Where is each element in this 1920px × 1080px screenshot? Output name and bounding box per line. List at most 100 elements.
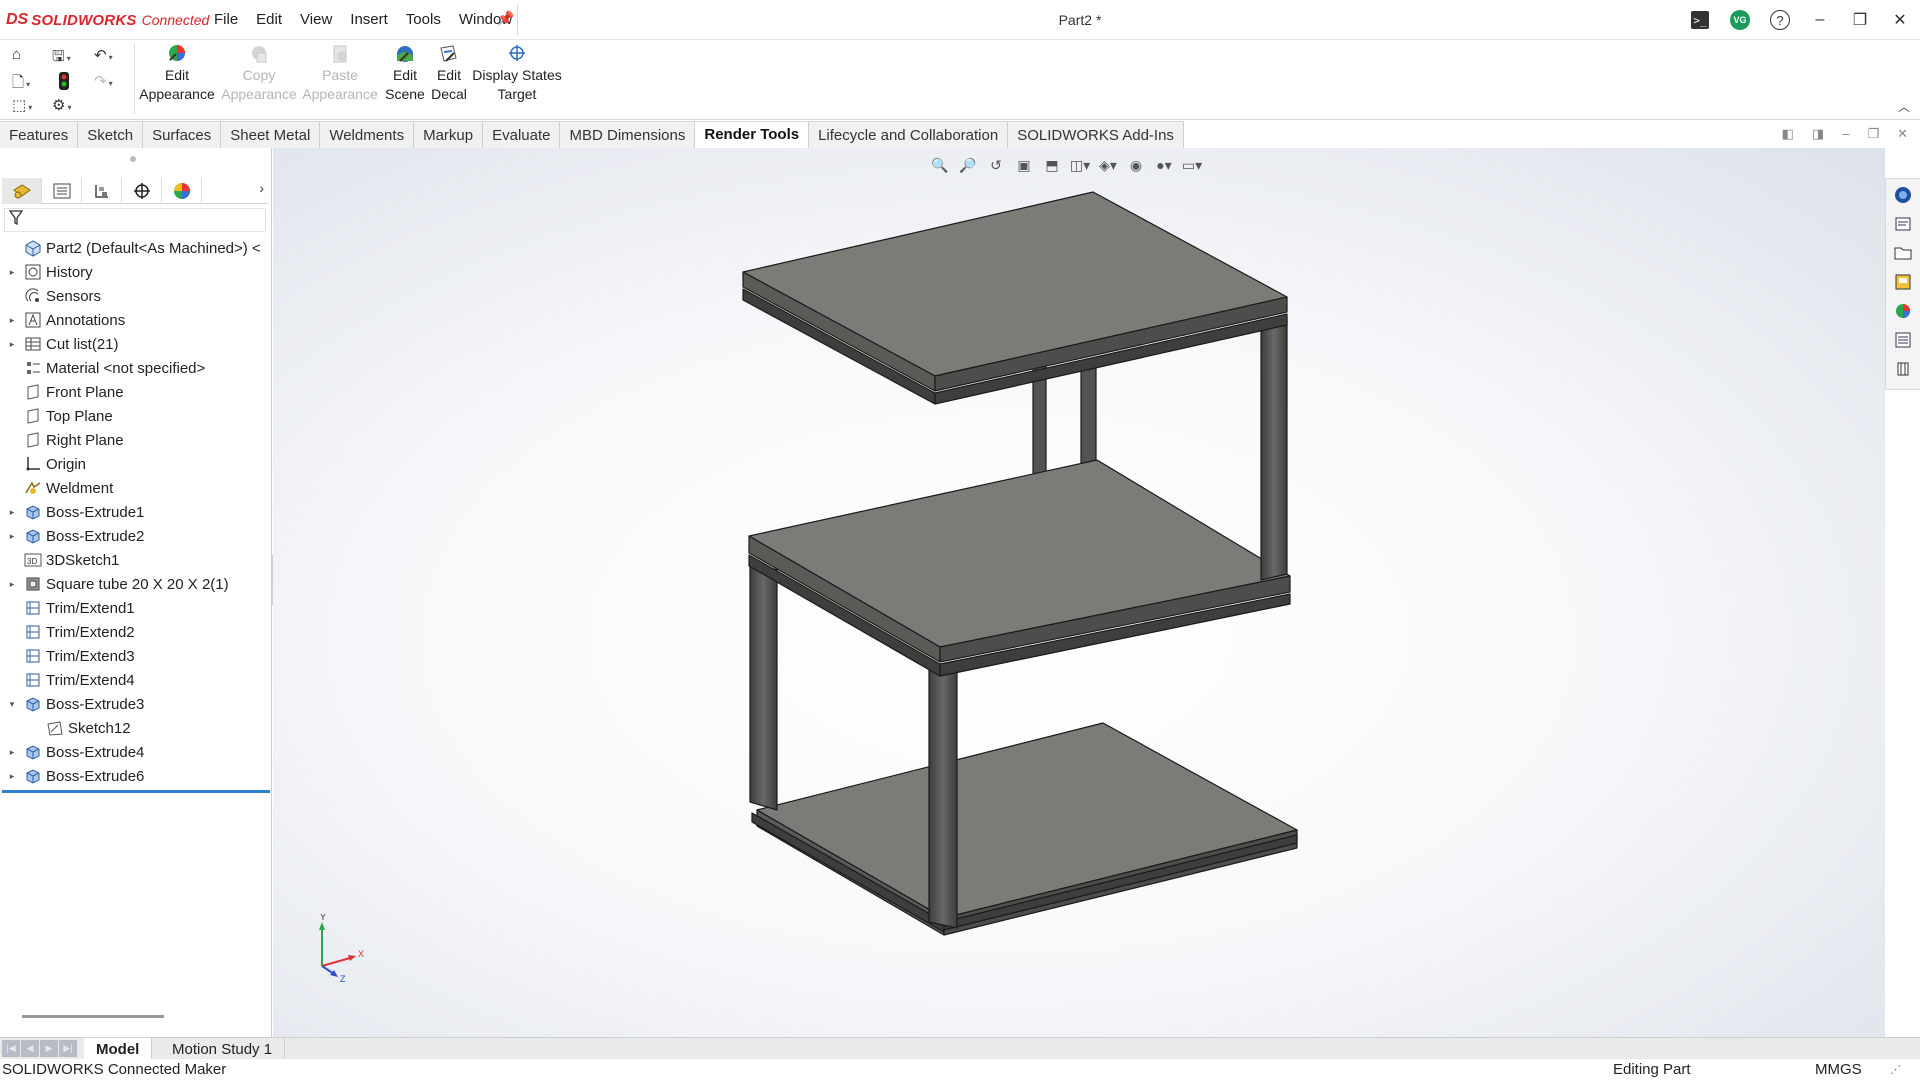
tree-item-boss-extrude1[interactable]: ▸ Boss-Extrude1 (0, 500, 272, 524)
tree-item-cut-list-21[interactable]: ▸ Cut list(21) (0, 332, 272, 356)
panel-grip[interactable] (130, 156, 136, 162)
appearances-scenes-icon[interactable] (1893, 301, 1913, 321)
tree-item-boss-extrude3[interactable]: ▾ Boss-Extrude3 (0, 692, 272, 716)
tree-item-sketch12[interactable]: Sketch12 (0, 716, 272, 740)
doc-minimize-icon[interactable]: – (1842, 126, 1849, 142)
tab-markup[interactable]: Markup (414, 121, 484, 148)
more-tabs-chevron-icon[interactable]: › (259, 180, 264, 196)
section-view-icon[interactable]: ▣ (1014, 156, 1034, 174)
previous-view-icon[interactable]: ↺ (986, 156, 1006, 174)
last-tab-icon[interactable]: ▶| (59, 1040, 77, 1057)
expand-arrow-icon[interactable]: ▸ (6, 507, 18, 518)
tab-sketch[interactable]: Sketch (78, 121, 144, 148)
tree-item-part2-default-as-machined[interactable]: Part2 (Default<As Machined>) < (0, 236, 272, 260)
tab-model[interactable]: Model (84, 1038, 153, 1060)
tree-item-front-plane[interactable]: Front Plane (0, 380, 272, 404)
tree-item-boss-extrude6[interactable]: ▸ Boss-Extrude6 (0, 764, 272, 788)
view-orientation-icon[interactable]: ◫▾ (1070, 156, 1090, 174)
hide-show-items-icon[interactable]: ◉ (1126, 156, 1146, 174)
tree-item-trim-extend3[interactable]: Trim/Extend3 (0, 644, 272, 668)
expand-arrow-icon[interactable]: ▸ (6, 747, 18, 758)
view-palette-icon[interactable] (1893, 272, 1913, 292)
edit-scene-button[interactable]: Edit Scene (385, 44, 425, 104)
tree-item-weldment[interactable]: Weldment (0, 476, 272, 500)
tree-filter[interactable] (4, 208, 266, 232)
feature-manager-tab[interactable] (2, 178, 42, 204)
dynamic-annotation-icon[interactable]: ⬒ (1042, 156, 1062, 174)
display-manager-tab[interactable] (162, 178, 202, 204)
tree-item-trim-extend4[interactable]: Trim/Extend4 (0, 668, 272, 692)
tab-features[interactable]: Features (0, 121, 79, 148)
zoom-to-area-icon[interactable]: 🔎 (958, 156, 978, 174)
minimize-button[interactable]: – (1800, 0, 1840, 40)
edit-decal-button[interactable]: Edit Decal (429, 44, 469, 104)
menu-insert[interactable]: Insert (350, 11, 388, 28)
redo-icon[interactable]: ↷ ▾ (94, 72, 113, 90)
tile-left-icon[interactable]: ◧ (1782, 126, 1794, 142)
tab-evaluate[interactable]: Evaluate (483, 121, 561, 148)
tree-item-3dsketch1[interactable]: 3D 3DSketch1 (0, 548, 272, 572)
undo-icon[interactable]: ↶ ▾ (94, 46, 113, 64)
prev-tab-icon[interactable]: ◀ (21, 1040, 39, 1057)
expand-arrow-icon[interactable]: ▸ (6, 267, 18, 278)
design-library-icon[interactable] (1893, 214, 1913, 234)
custom-properties-icon[interactable] (1893, 330, 1913, 350)
display-style-icon[interactable]: ◈▾ (1098, 156, 1118, 174)
expand-arrow-icon[interactable]: ▸ (6, 315, 18, 326)
doc-restore-icon[interactable]: ❐ (1867, 126, 1879, 142)
menu-view[interactable]: View (300, 11, 332, 28)
expand-arrow-icon[interactable]: ▸ (6, 579, 18, 590)
tree-item-trim-extend2[interactable]: Trim/Extend2 (0, 620, 272, 644)
tab-mbd-dimensions[interactable]: MBD Dimensions (560, 121, 696, 148)
unit-system[interactable]: MMGS (1815, 1061, 1862, 1078)
tree-item-square-tube-20-x-20-x-2-1[interactable]: ▸ Square tube 20 X 20 X 2(1) (0, 572, 272, 596)
panel-scrollbar[interactable] (22, 1015, 164, 1018)
menu-edit[interactable]: Edit (256, 11, 282, 28)
file-explorer-icon[interactable] (1893, 243, 1913, 263)
help-button[interactable]: ? (1760, 0, 1800, 40)
app-logo[interactable]: DS SOLIDWORKS Connected (6, 10, 209, 30)
paste-appearance-button[interactable]: Paste Appearance (302, 44, 378, 104)
select-icon[interactable]: ⬚ ▾ (12, 96, 32, 114)
first-tab-icon[interactable]: |◀ (2, 1040, 20, 1057)
tree-item-trim-extend1[interactable]: Trim/Extend1 (0, 596, 272, 620)
solidworks-forum-icon[interactable] (1893, 359, 1913, 379)
tree-item-origin[interactable]: Origin (0, 452, 272, 476)
collapse-ribbon-icon[interactable]: ︿ (1898, 98, 1910, 115)
zoom-to-fit-icon[interactable]: 🔍 (930, 156, 950, 174)
part-model[interactable] (273, 148, 1885, 1037)
solidworks-resources-icon[interactable] (1893, 185, 1913, 205)
tree-item-boss-extrude2[interactable]: ▸ Boss-Extrude2 (0, 524, 272, 548)
tab-render-tools[interactable]: Render Tools (695, 121, 810, 148)
tree-item-material-not-specified[interactable]: Material <not specified> (0, 356, 272, 380)
resize-grip-icon[interactable]: ⋰ (1890, 1063, 1901, 1076)
copy-appearance-button[interactable]: Copy Appearance (221, 44, 297, 104)
display-states-target-button[interactable]: Display States Target (472, 44, 562, 104)
tree-item-boss-extrude4[interactable]: ▸ Boss-Extrude4 (0, 740, 272, 764)
tree-item-right-plane[interactable]: Right Plane (0, 428, 272, 452)
edit-appearance-button[interactable]: Edit Appearance (139, 44, 215, 104)
next-tab-icon[interactable]: ▶ (40, 1040, 58, 1057)
property-manager-tab[interactable] (42, 178, 82, 204)
view-settings-icon[interactable]: ▭▾ (1182, 156, 1202, 174)
tab-surfaces[interactable]: Surfaces (143, 121, 222, 148)
tree-item-top-plane[interactable]: Top Plane (0, 404, 272, 428)
menu-file[interactable]: File (214, 11, 238, 28)
edit-appearance-view-icon[interactable]: ●▾ (1154, 156, 1174, 174)
pin-menu-icon[interactable]: 📌 (497, 10, 514, 27)
traffic-light-icon[interactable] (58, 72, 70, 94)
tree-item-history[interactable]: ▸ History (0, 260, 272, 284)
options-gear-icon[interactable]: ⚙ ▾ (52, 96, 71, 114)
tab-solidworks-add-ins[interactable]: SOLIDWORKS Add-Ins (1008, 121, 1184, 148)
tab-motion-study[interactable]: Motion Study 1 (160, 1038, 286, 1060)
tile-right-icon[interactable]: ◨ (1812, 126, 1824, 142)
close-button[interactable]: ✕ (1880, 0, 1920, 40)
restore-button[interactable]: ❐ (1840, 0, 1880, 40)
expand-arrow-icon[interactable]: ▸ (6, 771, 18, 782)
save-icon[interactable]: 🖫 ▾ (52, 46, 71, 71)
tab-weldments[interactable]: Weldments (320, 121, 415, 148)
tab-lifecycle-collaboration[interactable]: Lifecycle and Collaboration (809, 121, 1009, 148)
configuration-manager-tab[interactable] (82, 178, 122, 204)
expand-arrow-icon[interactable]: ▸ (6, 339, 18, 350)
tree-item-annotations[interactable]: ▸ Annotations (0, 308, 272, 332)
